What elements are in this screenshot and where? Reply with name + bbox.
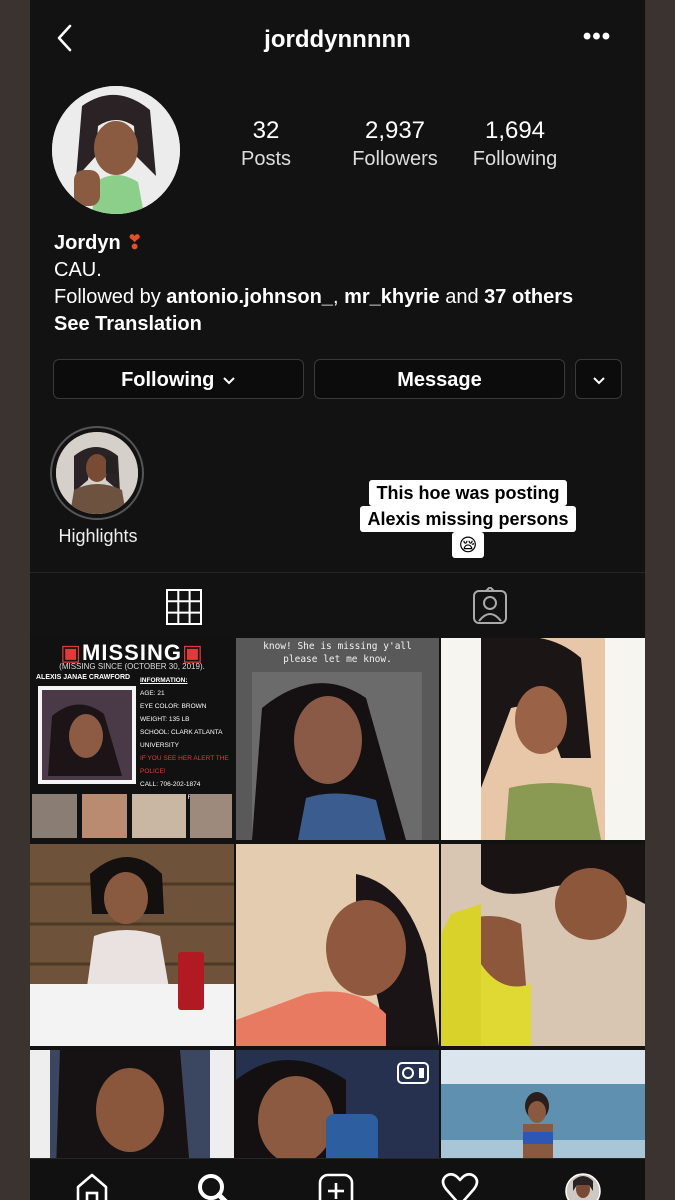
followed-by-and: and [439, 286, 485, 308]
post-photo [236, 844, 439, 1046]
post-photo-7[interactable] [30, 1050, 234, 1170]
mutual-follower-1[interactable]: antonio.johnson_ [166, 286, 333, 308]
post-photo [30, 844, 234, 1046]
caption-line-1: This hoe was posting [369, 480, 567, 506]
overlay-caption: This hoe was posting Alexis missing pers… [348, 480, 588, 558]
display-name: Jordyn [54, 232, 121, 254]
mutual-follower-2[interactable]: mr_khyrie [344, 286, 440, 308]
more-options-button[interactable]: ••• [579, 25, 615, 52]
posts-count: 32 [252, 117, 280, 144]
highlight-circle[interactable] [50, 426, 144, 520]
tab-tagged[interactable] [470, 585, 510, 627]
following-count: 1,694 [484, 117, 546, 144]
post-photo-6[interactable] [441, 844, 645, 1046]
followed-by-line[interactable]: Followed by antonio.johnson_, mr_khyrie … [54, 284, 634, 311]
post-beach-photo[interactable] [441, 1050, 645, 1170]
message-button[interactable]: Message [314, 359, 565, 399]
heart-icon [441, 1172, 479, 1200]
followed-by-prefix: Followed by [54, 286, 167, 308]
story-caption-text: know! She is missing y'all please let me… [263, 641, 412, 665]
posts-label: Posts [240, 148, 292, 170]
profile-bio: Jordyn ❣ CAU. Followed by antonio.johnso… [54, 230, 634, 338]
grid-icon [166, 589, 202, 625]
sleepy-face-emoji-icon: 😪 [451, 532, 485, 558]
profile-screen: jorddynnnnn ••• 32 Posts 2,937 Followers… [30, 0, 645, 1200]
bio-text: CAU. [54, 259, 102, 281]
igtv-icon [397, 1062, 429, 1084]
top-bar: jorddynnnnn ••• [30, 0, 645, 80]
profile-avatar-icon [565, 1173, 601, 1200]
profile-username: jorddynnnnn [264, 26, 411, 53]
nav-search[interactable] [193, 1171, 233, 1200]
heart-exclamation-icon: ❣ [126, 232, 144, 254]
post-story-screenshot[interactable]: know! She is missing y'all please let me… [236, 638, 439, 840]
search-icon [198, 1174, 228, 1200]
nav-home[interactable] [72, 1171, 112, 1200]
followers-label: Followers [352, 148, 438, 170]
caption-line-2: Alexis missing persons [360, 506, 576, 532]
post-photo-3[interactable] [441, 638, 645, 840]
post-missing-poster[interactable]: ▣MISSING▣ (MISSING SINCE (OCTOBER 30, 20… [30, 638, 234, 840]
avatar-photo [52, 86, 180, 214]
nav-new-post[interactable] [316, 1171, 356, 1200]
highlight-label: Highlights [58, 526, 138, 546]
posts-stat: 32 Posts [226, 116, 306, 172]
followed-by-separator: , [332, 286, 345, 308]
highlight-cover [56, 432, 138, 514]
nav-profile[interactable] [563, 1171, 603, 1200]
suggested-accounts-button[interactable] [575, 359, 622, 399]
following-label: Following [472, 148, 558, 170]
post-video-8[interactable] [236, 1050, 439, 1170]
post-photo [441, 638, 645, 840]
post-photo [441, 844, 645, 1046]
profile-avatar[interactable] [52, 86, 180, 214]
missing-since: (MISSING SINCE (OCTOBER 30, 2019). [59, 662, 205, 671]
post-photo [30, 1050, 234, 1170]
chevron-down-icon [592, 377, 605, 385]
highlight-photo [56, 432, 138, 514]
following-button[interactable]: Following [53, 359, 304, 399]
post-photo [236, 638, 439, 840]
message-button-label: Message [397, 369, 482, 391]
missing-person-photo [38, 686, 136, 784]
followers-count: 2,937 [364, 117, 426, 144]
bottom-nav [30, 1158, 645, 1200]
tagged-person-icon [473, 585, 507, 624]
profile-tabs [30, 572, 645, 637]
following-button-label: Following [121, 369, 215, 391]
more-dots-icon: ••• [582, 23, 612, 50]
add-post-icon [318, 1173, 354, 1200]
following-stat[interactable]: 1,694 Following [455, 116, 575, 172]
mutual-others[interactable]: 37 others [484, 286, 573, 308]
chevron-down-icon [223, 377, 235, 385]
nav-activity[interactable] [440, 1171, 480, 1200]
post-photo-5[interactable] [236, 844, 439, 1046]
post-restaurant-photo[interactable] [30, 844, 234, 1046]
missing-thumbnail-strip [32, 794, 232, 838]
tab-posts-grid[interactable] [164, 587, 204, 627]
missing-person-name: ALEXIS JANAE CRAWFORD [36, 674, 131, 681]
see-translation-link[interactable]: See Translation [54, 313, 202, 335]
followers-stat[interactable]: 2,937 Followers [335, 116, 455, 172]
home-icon [76, 1173, 108, 1200]
post-photo [441, 1050, 645, 1170]
